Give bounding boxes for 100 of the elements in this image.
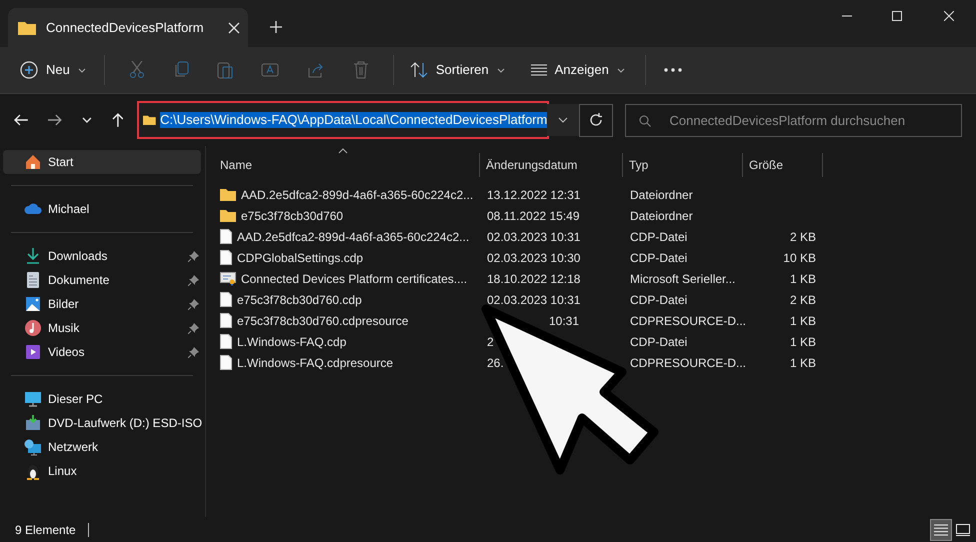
date-cell: 02.03.2023 10:30: [487, 250, 580, 264]
type-cell: CDP-Datei: [630, 250, 688, 264]
refresh-icon: [588, 113, 603, 127]
file-name[interactable]: Connected Devices Platform certificates....: [241, 270, 468, 288]
date-cell: 13.12.2022 12:31: [487, 188, 580, 202]
type-cell: CDPRESOURCE-D...: [630, 314, 746, 328]
close-icon[interactable]: [228, 22, 240, 34]
search-field[interactable]: ConnectedDevicesPlatform durchsuchen: [624, 104, 962, 136]
item-count: 9 Elemente: [15, 522, 76, 538]
minimize-icon[interactable]: [842, 15, 852, 17]
sort-icon: [410, 62, 428, 78]
column-header[interactable]: Änderungsdatum: [480, 153, 623, 177]
pin-icon[interactable]: [188, 250, 199, 262]
view-button[interactable]: Anzeigen: [524, 54, 631, 86]
size-cell: 2 KB: [790, 230, 816, 244]
file-name[interactable]: L.Windows-FAQ.cdpresource: [237, 354, 394, 372]
caret-icon: [496, 68, 505, 72]
sidebar-item[interactable]: DVD-Laufwerk (D:) ESD-ISO: [3, 411, 201, 435]
file-icon: [220, 355, 232, 370]
folder-icon: [143, 113, 156, 127]
music-note-icon: [24, 319, 42, 337]
file-name[interactable]: e75c3f78cb30d760.cdp: [237, 290, 362, 308]
sidebar-item[interactable]: Linux: [3, 459, 201, 483]
column-header[interactable]: Name: [219, 153, 480, 177]
penguin-icon: [24, 462, 42, 480]
column-header[interactable]: Größe: [743, 153, 823, 177]
new-tab-icon[interactable]: [270, 21, 282, 33]
certificate-icon: [220, 271, 236, 286]
sidebar-item[interactable]: Michael: [3, 197, 201, 221]
type-cell: Microsoft Serieller...: [630, 272, 736, 286]
download-icon: [24, 247, 42, 265]
file-icon: [220, 313, 232, 328]
search-icon: [638, 114, 650, 126]
file-icon: [220, 292, 232, 307]
sidebar-item[interactable]: Bilder: [3, 292, 201, 316]
file-name[interactable]: L.Windows-FAQ.cdp: [237, 332, 346, 350]
sidebar-item[interactable]: Musik: [3, 316, 201, 340]
sidebar-item[interactable]: Dokumente: [3, 268, 201, 292]
size-cell: 1 KB: [790, 334, 816, 348]
maximize-icon[interactable]: [892, 11, 902, 21]
pin-icon[interactable]: [188, 322, 199, 334]
back-icon[interactable]: [14, 114, 28, 126]
type-cell: Dateiordner: [630, 208, 693, 222]
type-cell: CDP-Datei: [630, 292, 688, 306]
file-name[interactable]: e75c3f78cb30d760.cdpresource: [237, 312, 408, 330]
tab[interactable]: ConnectedDevicesPlatform: [8, 8, 248, 47]
rename-icon[interactable]: [260, 61, 279, 79]
details-view-icon: [934, 524, 948, 536]
pin-icon[interactable]: [188, 298, 199, 310]
pin-icon[interactable]: [188, 346, 199, 358]
forward-icon[interactable]: [48, 114, 62, 126]
folder-icon: [18, 20, 36, 34]
type-cell: CDP-Datei: [630, 230, 688, 244]
sidebar-item[interactable]: Videos: [3, 340, 201, 364]
sort-button[interactable]: Sortieren: [404, 54, 511, 86]
size-cell: 1 KB: [790, 314, 816, 328]
document-icon: [24, 271, 42, 289]
plus-circle-icon: [20, 61, 38, 79]
type-cell: Dateiordner: [630, 188, 693, 202]
date-cell: 18.10.2022 12:18: [487, 272, 580, 286]
close-icon[interactable]: [944, 11, 954, 21]
address-path: C:\Users\Windows-FAQ\AppData\Local\ConnectedDevicesPlatform: [160, 112, 548, 128]
new-button[interactable]: Neu: [12, 54, 94, 86]
column-header[interactable]: Typ: [623, 153, 743, 177]
sidebar-item[interactable]: Start: [3, 150, 201, 174]
file-name[interactable]: e75c3f78cb30d760: [241, 206, 344, 224]
pictures-icon: [24, 295, 42, 313]
pin-icon[interactable]: [188, 274, 199, 286]
file-name[interactable]: AAD.2e5dfca2-899d-4a6f-a365-60c224c2...: [241, 186, 474, 204]
paste-icon[interactable]: [216, 61, 233, 79]
details-view-button[interactable]: [930, 518, 952, 540]
size-cell: 2 KB: [790, 292, 816, 306]
refresh-button[interactable]: [578, 104, 612, 136]
more-icon[interactable]: [664, 68, 682, 72]
folder-icon: [220, 188, 236, 201]
share-icon[interactable]: [306, 61, 325, 79]
sidebar-item[interactable]: Dieser PC: [3, 387, 201, 411]
address-bar[interactable]: C:\Users\Windows-FAQ\AppData\Local\ConnectedDevicesPlatform: [139, 103, 548, 137]
copy-icon[interactable]: [172, 61, 189, 79]
video-icon: [24, 343, 42, 361]
sidebar-item[interactable]: Netzwerk: [3, 435, 201, 459]
caret-icon: [616, 68, 625, 72]
scissors-icon[interactable]: [128, 61, 145, 79]
file-icon: [220, 229, 232, 244]
trash-icon[interactable]: [352, 61, 369, 79]
folder-icon: [220, 209, 236, 222]
recent-locations-icon[interactable]: [82, 117, 92, 123]
date-cell: 2: [487, 334, 494, 348]
date-cell: 10:31: [549, 314, 580, 328]
sidebar-item[interactable]: Downloads: [3, 244, 201, 268]
date-cell: 08.11.2022 15:49: [487, 208, 580, 222]
type-cell: CDPRESOURCE-D...: [630, 356, 746, 370]
file-name[interactable]: AAD.2e5dfca2-899d-4a6f-a365-60c224c2...: [237, 228, 470, 246]
file-name[interactable]: CDPGlobalSettings.cdp: [237, 248, 364, 266]
date-cell: 26.: [487, 356, 504, 370]
date-cell: 02.03.2023 10:31: [487, 292, 580, 306]
up-icon[interactable]: [112, 113, 124, 127]
caret-icon: [78, 68, 86, 72]
network-icon: [24, 438, 42, 456]
tab-title: ConnectedDevicesPlatform: [46, 18, 205, 37]
